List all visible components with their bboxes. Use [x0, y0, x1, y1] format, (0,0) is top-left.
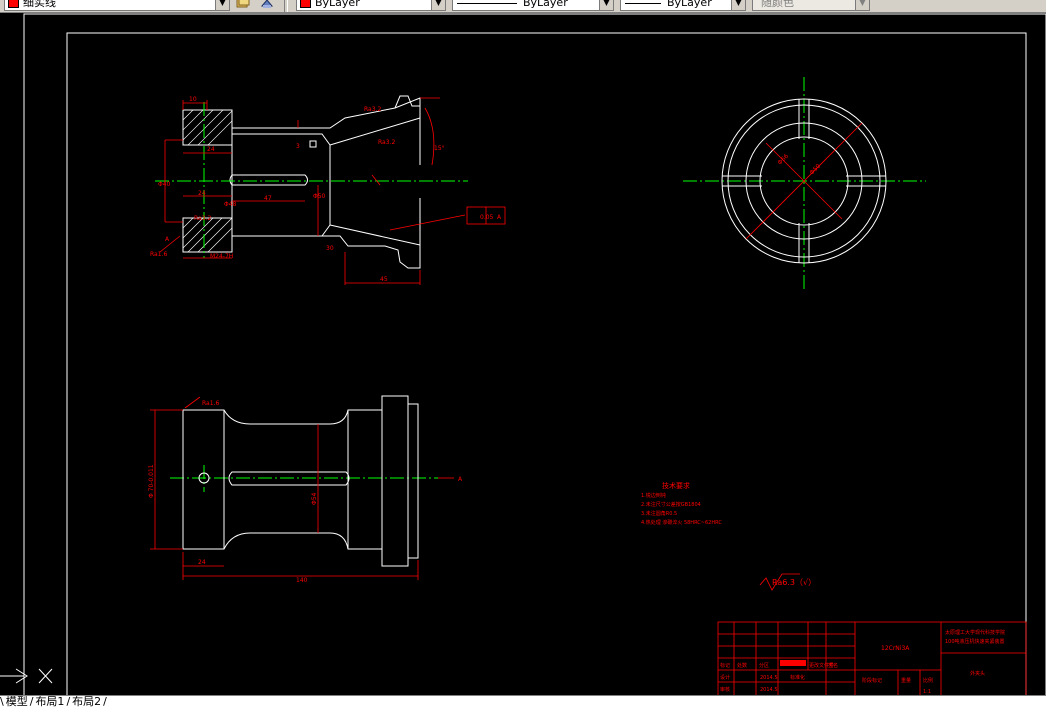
- dim-10: 10: [189, 96, 197, 103]
- linetype-control-value: ByLayer: [523, 0, 568, 9]
- chevron-down-icon: ▼: [599, 0, 613, 10]
- tab-layout1[interactable]: 布局1: [35, 696, 64, 707]
- tech-req-item-3: 3.未注圆角R0.5: [641, 510, 677, 517]
- school-name: 太原理工大学现代科技学院: [945, 629, 1005, 636]
- roughness-ra32-top: Ra3.2: [364, 106, 381, 113]
- tech-req-item-2: 2.未注尺寸公差按GB1804: [641, 501, 701, 508]
- section-view: [182, 95, 421, 269]
- angle-15: 15°: [434, 145, 445, 152]
- weight-label: 重量: [901, 677, 911, 684]
- thread-m24: 24: [207, 146, 215, 153]
- dim-24-bottom: 24: [198, 559, 206, 566]
- linetype-control-dropdown[interactable]: ByLayer ▼: [452, 0, 614, 11]
- dim-phi66: Φ66: [776, 153, 790, 167]
- dim-47: 47: [264, 195, 272, 202]
- rev-mark: 标记: [720, 662, 730, 669]
- model-space-canvas[interactable]: 10 Ra3.2 Ra3.2 15° 24 3 24 47 Φ50 Φ48 Ra…: [0, 13, 1046, 697]
- scale-label: 比例: [923, 677, 933, 684]
- small-square: [309, 140, 317, 148]
- title-block-text: 12CrNi3A 太原理工大学现代科技学院 100吨液压机快速夹紧装置 外夹头 …: [720, 629, 1005, 695]
- thread-m24-lower: M24-7H: [210, 253, 233, 260]
- layout-tabs-bar: \ 模型 / 布局1/布局2/: [0, 695, 1046, 707]
- dim-phi48: Φ48: [224, 201, 237, 208]
- chevron-down-icon: ▼: [855, 0, 869, 10]
- stage-label: 阶段标记: [862, 677, 882, 684]
- sheet-outer-frame: [23, 13, 1046, 697]
- dim-24: 24: [198, 190, 206, 197]
- tab-separator: /: [66, 695, 71, 707]
- plotstyle-control-dropdown[interactable]: 随颜色 ▼: [752, 0, 870, 11]
- roughness-ra32-left: Ra3.2: [194, 215, 211, 222]
- layer-color-swatch: [8, 0, 19, 8]
- end-view-dim-text: Φ66 Φ50: [776, 153, 822, 177]
- design-label: 设计: [720, 674, 730, 681]
- dim-phi54: Φ54: [311, 492, 318, 505]
- linetype-preview: [457, 2, 517, 4]
- dim-phi40: Φ40: [158, 181, 171, 188]
- roughness-ra16-bottom: Ra1.6: [202, 400, 219, 407]
- design-date: 2014.5: [760, 675, 778, 681]
- chevron-down-icon: ▼: [731, 0, 745, 10]
- dim-3: 3: [296, 143, 300, 150]
- part-name: 外夹头: [970, 670, 985, 677]
- rev-sign: 签名: [828, 662, 838, 669]
- dim-phi70: Φ 70-0.011: [148, 464, 155, 498]
- chevron-down-icon: ▼: [215, 0, 229, 10]
- toolbar-separator: [284, 0, 288, 12]
- layer-previous-icon[interactable]: [260, 0, 274, 10]
- tech-req-item-4: 4.热处理 渗碳淬火 58HRC~62HRC: [641, 519, 722, 526]
- material: 12CrNi3A: [881, 645, 910, 652]
- tolerance-value: 0.05: [480, 214, 494, 221]
- tab-nav-arrow[interactable]: \: [0, 696, 4, 707]
- color-control-dropdown[interactable]: ByLayer ▼: [296, 0, 446, 11]
- layer-states-icon[interactable]: [236, 0, 250, 10]
- color-control-value: ByLayer: [315, 0, 360, 9]
- layer-name: 细实线: [23, 0, 56, 9]
- rev-zone: 分区: [759, 662, 769, 669]
- datum-a-symbol: A: [165, 236, 170, 243]
- tab-separator: /: [29, 695, 34, 707]
- tab-layout2[interactable]: 布局2: [72, 696, 101, 707]
- technical-requirements: 技术要求 1.锐边倒钝 2.未注尺寸公差按GB1804 3.未注圆角R0.5 4…: [641, 481, 722, 526]
- plotstyle-control-value: 随颜色: [761, 0, 794, 9]
- slot-outline: [229, 174, 308, 186]
- cad-drawing: 10 Ra3.2 Ra3.2 15° 24 3 24 47 Φ50 Φ48 Ra…: [0, 13, 1046, 697]
- properties-toolbar: 细实线 ▼ ByLayer ▼ ByLayer ▼ ByLayer ▼ 随颜色 …: [0, 0, 1046, 13]
- chevron-down-icon: ▼: [431, 0, 445, 10]
- roughness-ra16-left: Ra1.6: [150, 251, 167, 258]
- color-swatch: [300, 0, 311, 8]
- project-name: 100吨液压机快速夹紧装置: [945, 638, 1005, 645]
- tab-separator: /: [103, 695, 107, 707]
- centerlines: [155, 77, 926, 492]
- dim-phi50: Φ50: [313, 193, 326, 200]
- tech-req-item-1: 1.锐边倒钝: [641, 492, 666, 499]
- title-block-fill: [780, 660, 806, 666]
- dimension-text-top: 10 Ra3.2 Ra3.2 15° 24 3 24 47 Φ50 Φ48 Ra…: [150, 96, 502, 283]
- layer-dropdown[interactable]: 细实线 ▼: [4, 0, 230, 11]
- lineweight-control-dropdown[interactable]: ByLayer ▼: [620, 0, 746, 11]
- tech-req-title: 技术要求: [662, 481, 690, 490]
- section-a-label: A: [458, 476, 463, 483]
- outside-view: [182, 395, 419, 567]
- dim-30: 30: [326, 245, 334, 252]
- roughness-ra32-mid: Ra3.2: [378, 139, 395, 146]
- tolerance-datum: A: [497, 214, 502, 221]
- standardization-label: 标准化: [790, 674, 805, 681]
- dim-45: 45: [380, 276, 388, 283]
- check-date: 2014.5: [760, 687, 778, 693]
- body-outline: [232, 97, 421, 269]
- tab-model[interactable]: 模型: [6, 696, 28, 707]
- roughness-note: Ra6.3（√）: [772, 578, 816, 587]
- lineweight-preview: [625, 2, 661, 4]
- rev-count: 处数: [737, 662, 747, 669]
- lineweight-control-value: ByLayer: [667, 0, 712, 9]
- dimension-text-bottom: Ra1.6 Φ54 Φ 70-0.011 24 140 A: [148, 400, 463, 584]
- dim-140: 140: [296, 577, 308, 584]
- general-roughness: Ra6.3（√）: [759, 573, 816, 591]
- ucs-icon: [0, 668, 53, 684]
- check-label: 审核: [720, 686, 730, 693]
